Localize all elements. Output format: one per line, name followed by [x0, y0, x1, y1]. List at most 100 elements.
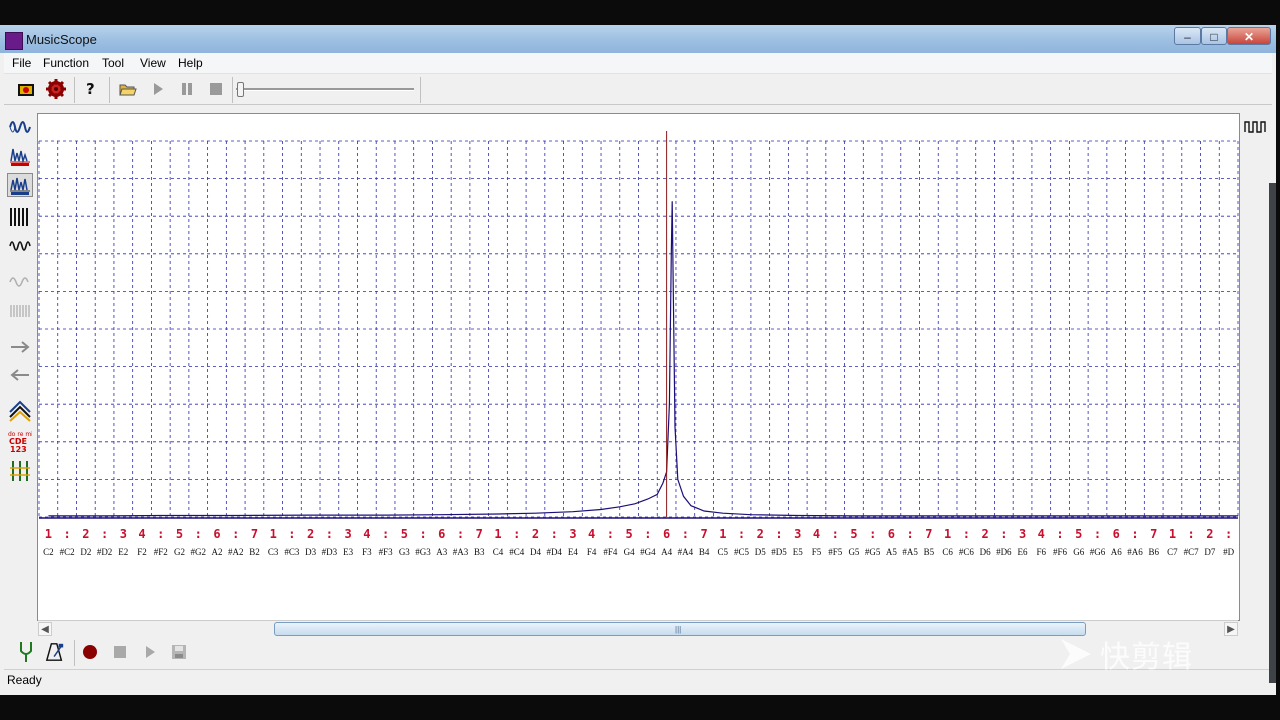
note-label: #C3	[284, 547, 300, 557]
note-label: #F4	[603, 547, 618, 557]
toolbar: ?	[4, 74, 1272, 105]
wave-small-icon[interactable]	[7, 234, 33, 258]
menu-tool[interactable]: Tool	[102, 56, 124, 70]
scale-marker: 2	[307, 527, 314, 541]
seek-track[interactable]	[236, 88, 414, 91]
watermark: 快剪辑	[1058, 634, 1193, 675]
spectrum-panel[interactable]: 1:2:34:5:6:71:2:34:5:6:71:2:34:5:6:71:2:…	[37, 113, 1240, 621]
window-title: MusicScope	[26, 32, 97, 47]
note-label: #A6	[1127, 547, 1143, 557]
scrollbar-thumb[interactable]: |||	[274, 622, 1086, 636]
note-label: #C2	[60, 547, 75, 557]
arrow-right-icon[interactable]	[7, 335, 33, 359]
scale-marker: 1	[944, 527, 951, 541]
note-label: #D5	[771, 547, 787, 557]
stop-icon[interactable]	[206, 79, 226, 99]
app-icon	[5, 32, 23, 50]
title-bar[interactable]: MusicScope – □ ✕	[0, 25, 1276, 53]
scale-marker: 2	[757, 527, 764, 541]
open-folder-icon[interactable]	[118, 79, 138, 99]
save-icon[interactable]	[169, 642, 189, 662]
scale-marker: 1	[45, 527, 52, 541]
scale-marker: 6	[888, 527, 895, 541]
scroll-right-button[interactable]: ▶	[1224, 622, 1238, 636]
waveform-icon[interactable]	[7, 115, 33, 139]
close-button[interactable]: ✕	[1227, 27, 1271, 45]
spectrum-icon[interactable]	[7, 144, 33, 168]
scale-marker: 3	[569, 527, 576, 541]
pulse-disabled-icon[interactable]	[7, 299, 33, 323]
watermark-logo-icon	[1061, 639, 1091, 669]
toolbar-separator	[74, 640, 75, 666]
scale-marker: :	[457, 527, 464, 541]
bars-icon[interactable]	[7, 459, 33, 483]
note-label: #F3	[379, 547, 394, 557]
note-label: C5	[718, 547, 729, 557]
scale-marker: :	[1094, 527, 1101, 541]
tuning-fork-icon[interactable]	[16, 642, 36, 662]
toolbar-separator	[109, 77, 110, 103]
arrow-left-icon[interactable]	[7, 363, 33, 387]
note-label: E5	[793, 547, 803, 557]
note-label: #D2	[97, 547, 113, 557]
note-label: D4	[530, 547, 541, 557]
scale-marker: 6	[663, 527, 670, 541]
note-label: #A3	[453, 547, 469, 557]
menu-file[interactable]: File	[12, 56, 31, 70]
scroll-left-button[interactable]: ◀	[38, 622, 52, 636]
note-label: #C5	[734, 547, 750, 557]
pulse-icon[interactable]	[7, 205, 33, 229]
note-label: #A4	[678, 547, 694, 557]
play-icon[interactable]	[148, 79, 168, 99]
seek-slider-thumb[interactable]	[237, 82, 244, 97]
scale-marker: :	[907, 527, 914, 541]
note-label: F4	[587, 547, 597, 557]
note-label: B2	[249, 547, 260, 557]
scale-marker: 5	[626, 527, 633, 541]
scale-marker: :	[1188, 527, 1195, 541]
note-label: #D3	[322, 547, 338, 557]
menu-view[interactable]: View	[140, 56, 166, 70]
note-label: #A2	[228, 547, 244, 557]
note-label: C3	[268, 547, 279, 557]
camera-icon[interactable]	[16, 79, 36, 99]
scale-marker: 3	[120, 527, 127, 541]
gear-icon[interactable]	[46, 79, 66, 99]
scale-marker: 4	[363, 527, 370, 541]
scale-marker: 2	[1206, 527, 1213, 541]
record-icon[interactable]	[80, 642, 100, 662]
scale-marker: :	[551, 527, 558, 541]
peaks-icon[interactable]	[7, 399, 33, 423]
minimize-button[interactable]: –	[1174, 27, 1201, 45]
note-label: C7	[1167, 547, 1178, 557]
note-label: B6	[1148, 547, 1159, 557]
square-wave-icon[interactable]	[1242, 115, 1268, 139]
maximize-button[interactable]: □	[1201, 27, 1227, 45]
spectrum-notes-icon[interactable]	[7, 173, 33, 197]
scale-marker: :	[419, 527, 426, 541]
note-label: #A5	[902, 547, 918, 557]
note-label: F2	[137, 547, 147, 557]
pause-icon[interactable]	[177, 79, 197, 99]
scale-marker: 1	[270, 527, 277, 541]
metronome-icon[interactable]	[45, 642, 65, 662]
menu-bar: File Function Tool View Help	[4, 53, 1272, 74]
spectrum-chart[interactable]: 1:2:34:5:6:71:2:34:5:6:71:2:34:5:6:71:2:…	[38, 114, 1239, 620]
note-label: G3	[399, 547, 410, 557]
note-label: F3	[362, 547, 372, 557]
note-label: D6	[980, 547, 991, 557]
wave-disabled-icon[interactable]	[7, 270, 33, 294]
svg-text:?: ?	[86, 80, 95, 98]
scale-marker: 7	[251, 527, 258, 541]
toolbar-separator	[420, 77, 421, 103]
menu-help[interactable]: Help	[178, 56, 203, 70]
help-icon[interactable]: ?	[81, 79, 101, 99]
stop-icon[interactable]	[110, 642, 130, 662]
menu-function[interactable]: Function	[43, 56, 89, 70]
play-icon[interactable]	[140, 642, 160, 662]
scale-marker: 2	[532, 527, 539, 541]
scale-marker: :	[682, 527, 689, 541]
scale-marker: :	[513, 527, 520, 541]
scale-marker: :	[382, 527, 389, 541]
notation-icon[interactable]: do re mi CDE 123	[7, 429, 33, 453]
